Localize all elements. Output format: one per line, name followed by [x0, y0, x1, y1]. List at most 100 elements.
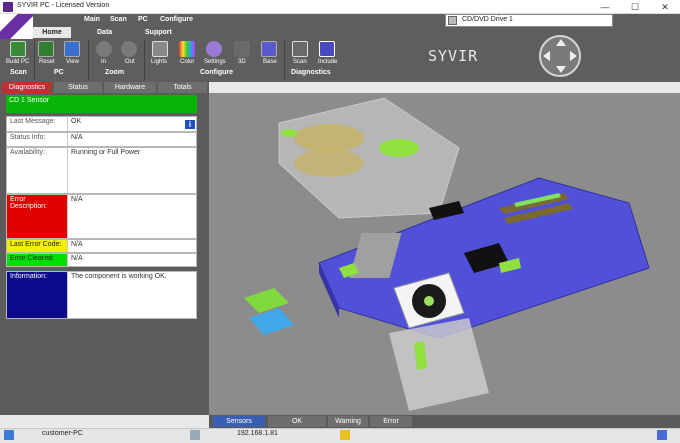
navigation-pad[interactable] [539, 35, 581, 77]
nav-up-icon[interactable] [556, 39, 566, 46]
pc-3d-model[interactable] [209, 93, 680, 415]
group-scan-label: Scan [10, 69, 27, 76]
group-separator [144, 40, 145, 80]
label-information: Information: [7, 272, 68, 318]
menu-configure[interactable]: Configure [160, 16, 193, 23]
3d-viewport[interactable] [209, 93, 680, 415]
value-last-message: OK [71, 118, 82, 125]
tab-home[interactable]: Home [33, 27, 71, 38]
row-error-description: Error Description: N/A [6, 194, 197, 239]
group-separator [284, 40, 285, 80]
zoom-in-icon[interactable] [96, 41, 112, 57]
row-error-cleared: Error Cleared: N/A [6, 253, 197, 267]
zoom-in-label: In [101, 59, 107, 65]
minimize-button[interactable]: — [590, 0, 620, 14]
label-last-error-code: Last Error Code: [7, 240, 68, 252]
scan-wave-icon[interactable] [292, 41, 308, 57]
nav-left-icon[interactable] [543, 51, 550, 61]
zoom-out-icon[interactable] [121, 41, 137, 57]
psu [389, 318, 489, 411]
brand-wordmark: SYVIR [428, 47, 479, 65]
drive-fan [294, 124, 364, 152]
tab-sensors[interactable]: Sensors [213, 416, 265, 427]
3d-icon[interactable] [234, 41, 250, 57]
tab-error[interactable]: Error [370, 416, 412, 427]
nav-down-icon[interactable] [556, 66, 566, 73]
row-last-message: Last Message: OK [6, 116, 197, 132]
row-information: Information: The component is working OK… [6, 271, 197, 319]
reset-icon[interactable] [38, 41, 54, 57]
label-status-info: Status Info: [7, 133, 68, 146]
tile-green [244, 288, 289, 313]
tab-data[interactable]: Data [97, 29, 112, 36]
group-pc-label: PC [54, 69, 64, 76]
drive-led [379, 139, 419, 157]
color-label: Color [180, 59, 195, 65]
computer-icon [4, 430, 14, 440]
row-status-info: Status Info: N/A [6, 132, 197, 147]
tab-ok[interactable]: OK [268, 416, 326, 427]
device-selector-value: CD/DVD Drive 1 [462, 16, 513, 23]
group-zoom-label: Zoom [105, 69, 125, 76]
zoom-out-label: Out [125, 59, 135, 65]
app-menu-logo[interactable] [0, 14, 33, 39]
window-title: SYVIR PC - Licensed Version [17, 2, 110, 9]
tab-warning[interactable]: Warning [328, 416, 368, 427]
base-icon[interactable] [261, 41, 277, 57]
group-configure-label: Configure [200, 69, 234, 76]
menu-pc[interactable]: PC [138, 16, 148, 23]
row-last-error-code: Last Error Code: N/A [6, 239, 197, 253]
sync-icon [657, 430, 667, 440]
reset-label: Reset [39, 59, 55, 65]
label-availability: Availability: [7, 148, 68, 193]
maximize-button[interactable]: ☐ [620, 0, 650, 14]
drive-icon [448, 16, 457, 25]
include-check-icon[interactable] [319, 41, 335, 57]
menu-main[interactable]: Main [84, 16, 100, 23]
tab-totals[interactable]: Totals [158, 82, 207, 93]
build-pc-label: Build PC [6, 59, 30, 65]
cpu-fan-hub [424, 296, 434, 306]
tab-diagnostics[interactable]: Diagnostics [2, 82, 52, 93]
close-button[interactable]: ✕ [650, 0, 680, 14]
ip-address: 192.168.1.81 [237, 430, 278, 437]
nav-right-icon[interactable] [570, 51, 577, 61]
build-pc-icon[interactable] [10, 41, 26, 57]
group-separator [34, 40, 35, 80]
include-label: Include [318, 59, 338, 65]
sensor-header: CD 1 Sensor [6, 95, 197, 113]
value-availability: Running or Full Power [71, 149, 141, 156]
monitor-icon [190, 430, 200, 440]
drive-led [281, 129, 297, 137]
3d-label: 3D [238, 59, 246, 65]
tab-status[interactable]: Status [54, 82, 102, 93]
scan-label: Scan [293, 59, 307, 65]
lights-icon[interactable] [152, 41, 168, 57]
base-label: Base [263, 59, 277, 65]
row-availability: Availability: Running or Full Power [6, 147, 197, 194]
lights-label: Lights [151, 59, 168, 65]
drive-fan [294, 149, 364, 177]
tab-hardware[interactable]: Hardware [104, 82, 156, 93]
value-information: The component is working OK. [71, 273, 167, 280]
view-icon[interactable] [64, 41, 80, 57]
tile-blue [249, 308, 294, 335]
value-error-description: N/A [71, 196, 83, 203]
value-status-info: N/A [71, 134, 83, 141]
color-icon[interactable] [179, 41, 195, 57]
info-button[interactable]: i [184, 119, 196, 130]
group-diagnostics-label: Diagnostics [291, 69, 331, 76]
computer-name: customer-PC [42, 430, 83, 437]
tab-support[interactable]: Support [145, 29, 172, 36]
settings-label: Settings [204, 59, 226, 65]
value-last-error-code: N/A [71, 241, 83, 248]
menu-scan[interactable]: Scan [110, 16, 127, 23]
app-icon [3, 2, 13, 12]
group-separator [88, 40, 89, 80]
label-error-cleared: Error Cleared: [7, 254, 68, 266]
settings-icon[interactable] [206, 41, 222, 57]
value-error-cleared: N/A [71, 255, 83, 262]
view-label: View [66, 59, 79, 65]
label-last-message: Last Message: [7, 117, 68, 131]
warning-icon [340, 430, 350, 440]
